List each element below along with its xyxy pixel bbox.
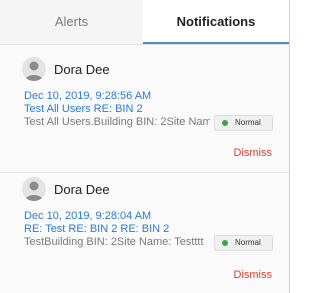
tab-bar: Alerts Notifications bbox=[0, 0, 289, 45]
notification-preview: TestBuilding BIN: 2Site Name: Testttt bbox=[24, 236, 204, 248]
status-dot-icon bbox=[222, 120, 228, 126]
notification-timestamp: Dec 10, 2019, 9:28:56 AM bbox=[24, 90, 152, 102]
notification-subject[interactable]: RE: Test RE: BIN 2 RE: BIN 2 bbox=[24, 223, 169, 235]
priority-badge: Normal bbox=[214, 235, 273, 251]
notification-subject[interactable]: Test All Users RE: BIN 2 bbox=[24, 103, 143, 115]
dismiss-button[interactable]: Dismiss bbox=[234, 147, 273, 159]
status-dot-icon bbox=[222, 240, 228, 246]
user-avatar-icon bbox=[22, 177, 46, 201]
user-avatar-icon bbox=[22, 57, 46, 81]
notification-preview: Test All Users.Building BIN: 2Site Name:… bbox=[24, 116, 210, 128]
notification-card[interactable]: Dora Dee Dec 10, 2019, 9:28:56 AM Test A… bbox=[0, 45, 289, 173]
notification-card[interactable]: Dora Dee Dec 10, 2019, 9:28:04 AM RE: Te… bbox=[0, 173, 289, 293]
sender-name: Dora Dee bbox=[54, 182, 110, 197]
dismiss-button[interactable]: Dismiss bbox=[234, 269, 273, 281]
notification-timestamp: Dec 10, 2019, 9:28:04 AM bbox=[24, 210, 152, 222]
notifications-panel: Alerts Notifications Dora Dee Dec 10, 20… bbox=[0, 0, 290, 293]
sender-name: Dora Dee bbox=[54, 62, 110, 77]
tab-notifications[interactable]: Notifications bbox=[143, 0, 289, 44]
priority-badge: Normal bbox=[214, 115, 273, 131]
tab-alerts[interactable]: Alerts bbox=[0, 0, 143, 44]
priority-label: Normal bbox=[235, 118, 261, 127]
priority-label: Normal bbox=[235, 238, 261, 247]
